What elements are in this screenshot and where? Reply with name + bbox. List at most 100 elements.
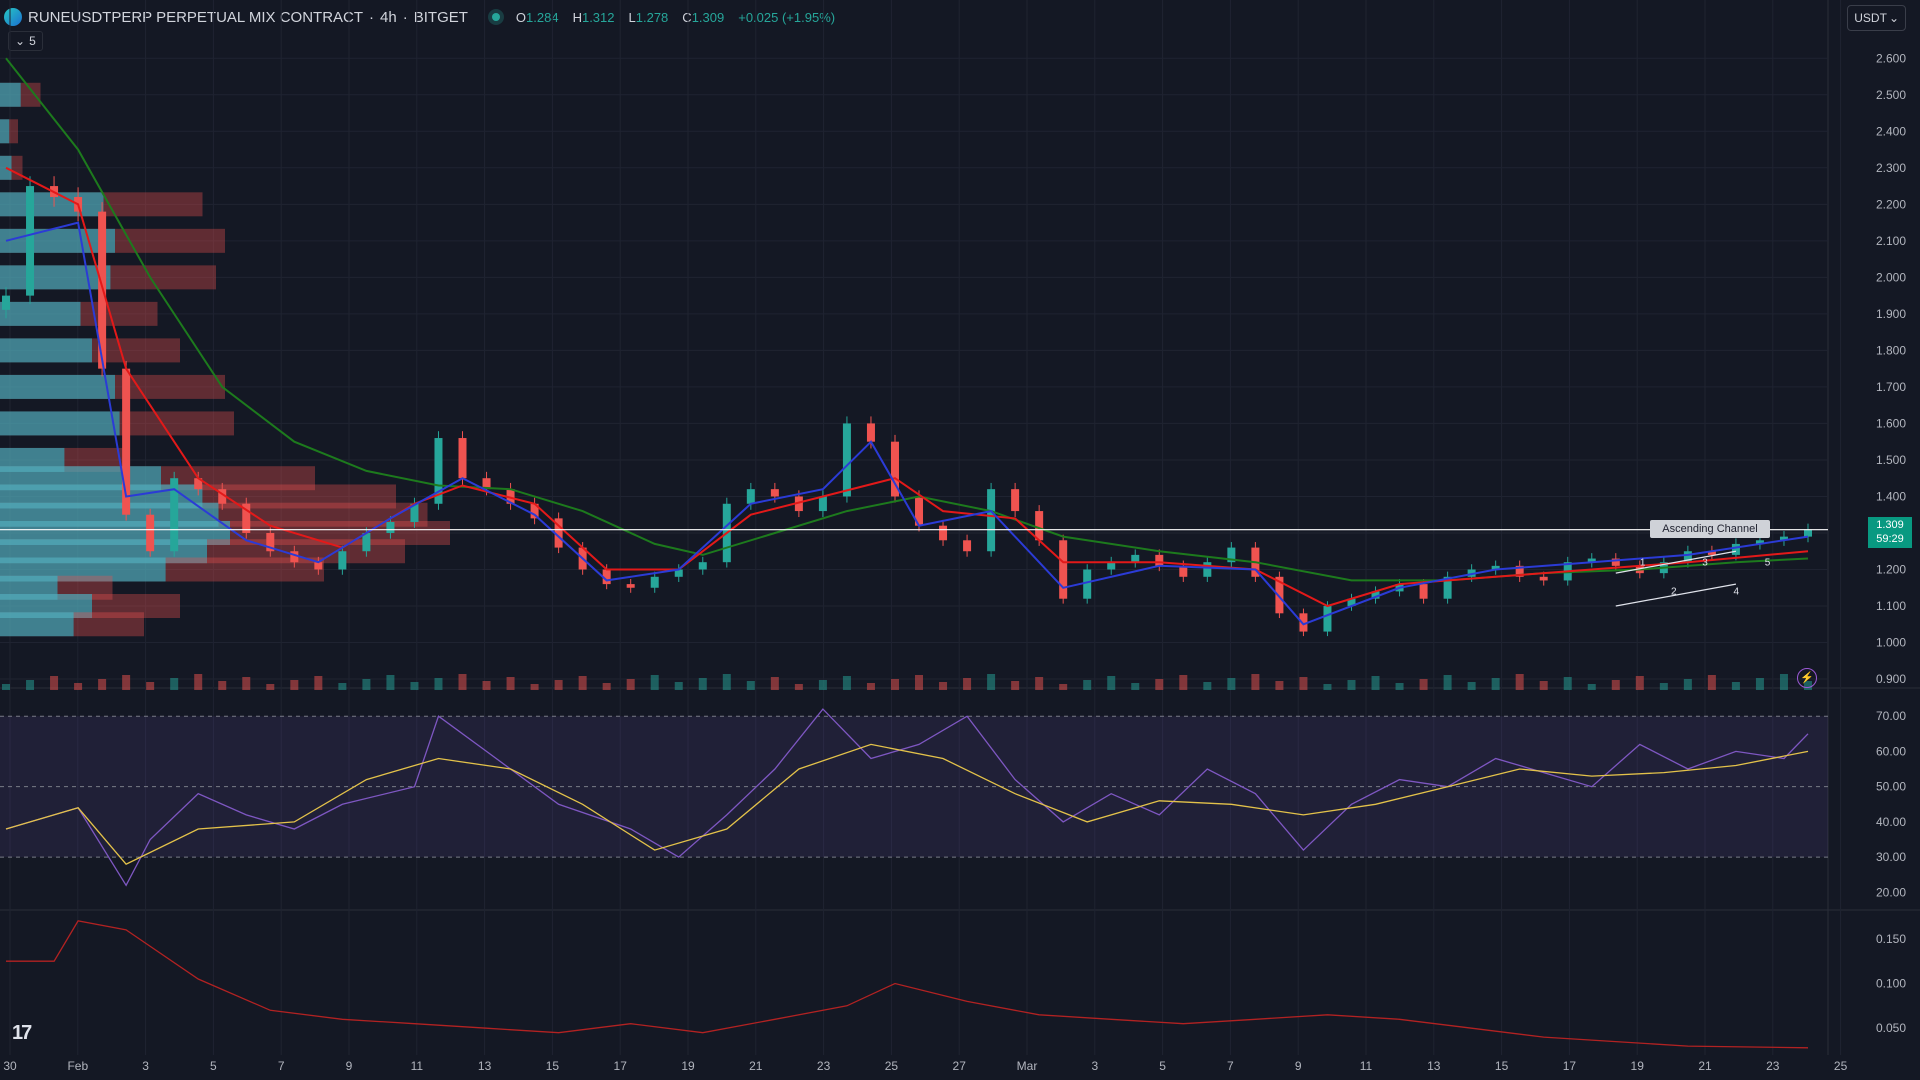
candle-body <box>1155 554 1164 566</box>
y-tick-label: 2.200 <box>1876 197 1906 211</box>
volume-bar <box>2 684 10 690</box>
x-tick-label: 13 <box>478 1059 492 1073</box>
candle-body <box>1107 562 1116 570</box>
lightning-icon[interactable]: ⚡ <box>1797 668 1817 688</box>
volume-bar <box>1755 678 1764 690</box>
volume-bar <box>1155 679 1164 690</box>
candle-body <box>1011 489 1020 512</box>
volume-bar <box>650 675 659 690</box>
volume-bar <box>963 678 972 690</box>
x-tick-label: 17 <box>1563 1059 1577 1073</box>
candle-body <box>1323 606 1332 632</box>
volume-bar <box>1371 676 1380 690</box>
volume-profile-bar-buy <box>0 265 111 290</box>
volume-bar <box>170 678 179 690</box>
candle-body <box>26 186 35 296</box>
volume-bar <box>1107 676 1116 690</box>
x-tick-label: 13 <box>1427 1059 1441 1073</box>
x-tick-label: Feb <box>67 1059 88 1073</box>
x-tick-label: 7 <box>1227 1059 1234 1073</box>
y-tick-label: 2.000 <box>1876 270 1906 284</box>
current-price-value: 1.309 <box>1876 519 1904 531</box>
volume-bar <box>1659 683 1668 690</box>
volume-profile-bar-buy <box>0 301 81 326</box>
candle-body <box>842 423 851 497</box>
volume-bar <box>1083 680 1092 690</box>
volume-bar <box>698 678 707 690</box>
volume-bar <box>1251 674 1260 690</box>
volume-profile-bar-buy <box>0 374 115 399</box>
x-tick-label: 7 <box>278 1059 285 1073</box>
y-tick-label: 2.600 <box>1876 51 1906 65</box>
rsi-tick-label: 40.00 <box>1876 815 1906 829</box>
volume-bar <box>242 677 251 690</box>
volume-bar <box>506 677 515 690</box>
volume-bar <box>194 674 203 690</box>
volume-bar <box>722 674 731 690</box>
candle-body <box>1203 562 1212 577</box>
volume-bar <box>1731 682 1740 690</box>
volume-bar <box>1131 683 1140 690</box>
x-tick-label: 5 <box>210 1059 217 1073</box>
candle-body <box>698 562 707 570</box>
volume-bar <box>98 679 107 690</box>
volume-bar <box>1323 684 1332 690</box>
volume-bar <box>1179 675 1188 690</box>
volume-bar <box>1491 678 1500 690</box>
volume-bar <box>1779 674 1788 690</box>
y-tick-label: 1.800 <box>1876 343 1906 357</box>
candle-body <box>386 522 395 533</box>
volume-bar <box>1395 683 1404 690</box>
volume-bar <box>1515 674 1524 690</box>
y-tick-label: 0.900 <box>1876 672 1906 686</box>
rsi-tick-label: 50.00 <box>1876 780 1906 794</box>
volume-profile-bar-buy <box>0 612 74 637</box>
chart-canvas[interactable]: 2.600 2.500 2.400 2.300 2.200 2.100 2.000 1.900… <box>0 0 1920 1080</box>
y-tick-label: 1.900 <box>1876 307 1906 321</box>
x-tick-label: 17 <box>614 1059 628 1073</box>
volume-bar <box>1059 684 1068 690</box>
volume-bar <box>578 676 587 690</box>
volume-bar <box>1299 677 1308 690</box>
candle-body <box>818 496 827 512</box>
candle-body <box>770 489 779 497</box>
candle-body <box>314 562 323 570</box>
volume-bar <box>987 674 996 690</box>
candle-body <box>963 540 972 552</box>
volume-bar <box>554 680 563 690</box>
candle-body <box>626 584 635 588</box>
volume-bar <box>122 675 131 690</box>
x-tick-label: 23 <box>1766 1059 1780 1073</box>
x-tick-label: 9 <box>1295 1059 1302 1073</box>
tradingview-logo-icon: 17 <box>12 1022 32 1044</box>
x-tick-label: 21 <box>749 1059 763 1073</box>
volume-bar <box>1611 680 1620 690</box>
lower-indicator-line <box>6 920 1809 1049</box>
x-tick-label: 15 <box>546 1059 560 1073</box>
lower-tick-label: 0.100 <box>1876 977 1906 991</box>
volume-bar <box>1707 675 1716 690</box>
volume-bar <box>1203 682 1212 690</box>
rsi-tick-label: 30.00 <box>1876 850 1906 864</box>
candle-body <box>2 295 10 310</box>
x-tick-label: 19 <box>1631 1059 1645 1073</box>
volume-bar <box>794 684 803 690</box>
wave-label: 1 <box>1640 557 1646 568</box>
volume-bar <box>746 681 755 690</box>
candle-body <box>987 489 996 552</box>
volume-bar <box>890 679 899 690</box>
volume-bar <box>1275 681 1284 690</box>
ascending-channel-label[interactable]: Ascending Channel <box>1650 520 1770 538</box>
candle-body <box>1804 529 1812 537</box>
volume-profile-bar-buy <box>0 228 115 253</box>
volume-bar <box>1587 684 1596 690</box>
volume-bar <box>50 676 59 690</box>
y-tick-label: 2.100 <box>1876 234 1906 248</box>
y-tick-label: 1.500 <box>1876 453 1906 467</box>
volume-bar <box>290 680 299 690</box>
volume-bar <box>1347 680 1356 690</box>
volume-bar <box>1227 678 1236 690</box>
candle-body <box>1035 511 1044 541</box>
rsi-tick-label: 20.00 <box>1876 885 1906 899</box>
x-tick-label: 30 <box>3 1059 17 1073</box>
